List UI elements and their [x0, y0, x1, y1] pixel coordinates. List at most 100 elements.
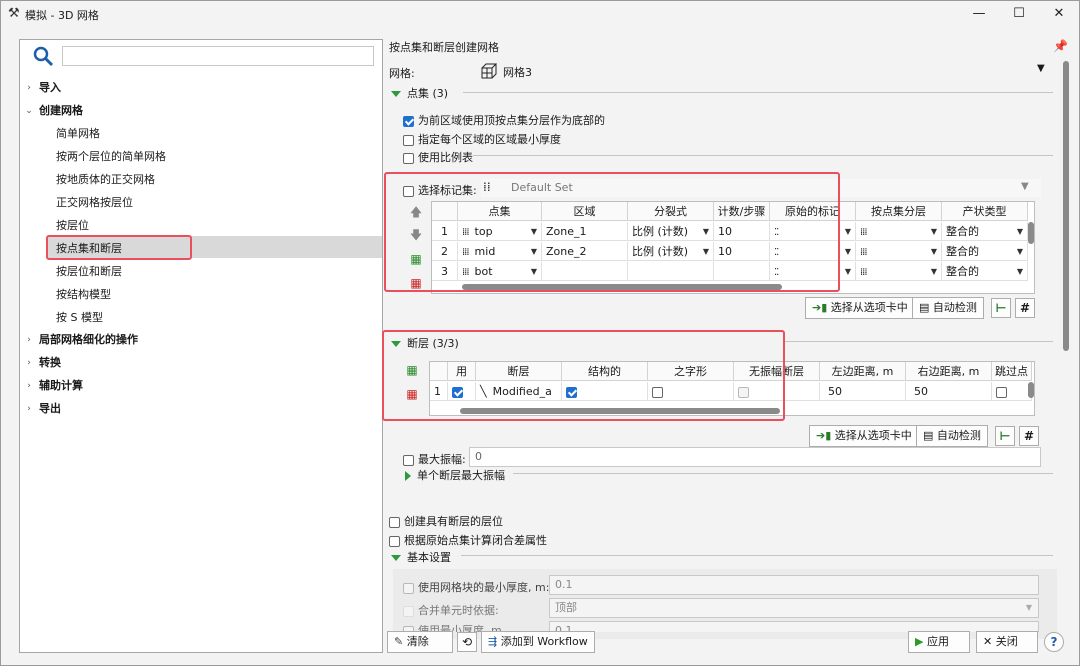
- option-label: 合并单元时依据:: [418, 604, 499, 617]
- checkbox[interactable]: [403, 605, 414, 617]
- auto-detect-button[interactable]: ▤ 自动检测: [912, 297, 984, 319]
- single-fault-amp-toggle[interactable]: 单个断层最大振幅: [405, 467, 505, 483]
- option-label: 指定每个区域的区域最小厚度: [418, 133, 561, 146]
- play-icon: ▶: [915, 635, 924, 648]
- column-header[interactable]: 跳过点: [992, 362, 1032, 381]
- apply-button[interactable]: ▶ 应用: [908, 631, 970, 653]
- auto-detect-button-2[interactable]: ▤ 自动检测: [916, 425, 988, 447]
- panel-scrollbar[interactable]: [1063, 61, 1069, 351]
- merge-cells-select[interactable]: 顶部 ▼: [549, 598, 1039, 618]
- option-scale-table[interactable]: 使用比例表: [403, 149, 473, 165]
- pointset-layer-cell[interactable]: ⁞⁞⁞ ▼: [856, 222, 942, 241]
- button-label: 自动检测: [936, 429, 981, 442]
- max-amplitude-option[interactable]: 最大振幅:: [403, 451, 466, 467]
- search-icon[interactable]: [32, 45, 54, 67]
- hammer-icon: ⚒: [8, 6, 20, 21]
- checkbox[interactable]: [403, 134, 414, 146]
- column-header[interactable]: 左边距离, m: [820, 362, 906, 381]
- tree-item[interactable]: 按两个层位的简单网格: [56, 147, 166, 167]
- checkbox[interactable]: [389, 516, 400, 528]
- expand-arrow-icon[interactable]: ⌄: [24, 101, 34, 121]
- calc-closure-option[interactable]: 根据原始点集计算闭合差属性: [389, 532, 547, 548]
- clear-button[interactable]: ✎ 清除: [387, 631, 453, 653]
- close-button[interactable]: ✕ 关闭: [976, 631, 1038, 653]
- min-thickness-input[interactable]: 0.1: [549, 575, 1039, 595]
- left-distance-cell[interactable]: 50: [820, 382, 906, 401]
- checkbox[interactable]: [403, 152, 414, 164]
- tree-item[interactable]: 简单网格: [56, 124, 100, 144]
- skip-point-checkbox-cell[interactable]: [992, 382, 1032, 401]
- tree-item[interactable]: 转换: [39, 353, 61, 373]
- checkbox[interactable]: [403, 582, 414, 594]
- select-from-tab-button[interactable]: ➔▮ 选择从选项卡中: [805, 297, 915, 319]
- tree-item[interactable]: 导出: [39, 399, 61, 419]
- basic-settings-toggle[interactable]: 基本设置: [391, 549, 451, 565]
- arrow-in-icon: ➔▮: [816, 429, 832, 442]
- column-header[interactable]: 产状类型: [942, 202, 1028, 221]
- auto-detect-icon: ▤: [919, 301, 930, 314]
- checkbox-checked[interactable]: [403, 115, 414, 127]
- conformity-type-cell[interactable]: 整合的 ▼: [942, 222, 1028, 241]
- vertical-scrollbar[interactable]: [1028, 222, 1034, 244]
- button-label: 关闭: [995, 635, 1018, 648]
- chevron-down-icon: ▼: [930, 247, 937, 256]
- max-amplitude-input[interactable]: 0: [469, 447, 1041, 467]
- eraser-icon: ✎: [394, 635, 404, 648]
- tree-item[interactable]: 按层位和断层: [56, 262, 122, 282]
- numbering-icon[interactable]: #: [1019, 426, 1039, 446]
- tree-item[interactable]: 按结构模型: [56, 285, 111, 305]
- grid-label: 网格:: [389, 67, 415, 80]
- cell-text: 整合的: [946, 265, 979, 278]
- tree-item[interactable]: 局部网格细化的操作: [39, 330, 138, 350]
- checkbox[interactable]: [403, 454, 414, 466]
- merge-cells-option[interactable]: 合并单元时依据:: [403, 602, 499, 618]
- grid-select[interactable]: 网格3 ▼: [477, 61, 1057, 81]
- column-header[interactable]: 右边距离, m: [906, 362, 992, 381]
- pin-icon[interactable]: 📌: [1053, 39, 1068, 53]
- add-to-workflow-button[interactable]: ⇶ 添加到 Workflow: [481, 631, 595, 653]
- collapse-arrow-icon[interactable]: ›: [24, 353, 34, 373]
- minimize-button[interactable]: —: [964, 4, 994, 24]
- history-icon[interactable]: ⟲: [457, 632, 477, 652]
- pointset-layer-cell[interactable]: ⁞⁞⁞ ▼: [856, 242, 942, 261]
- option-label: 为前区域使用顶按点集分层作为底部的: [418, 114, 605, 127]
- numbering-icon[interactable]: #: [1015, 298, 1035, 318]
- conformity-type-cell[interactable]: 整合的 ▼: [942, 242, 1028, 261]
- collapse-arrow-icon[interactable]: ›: [24, 376, 34, 396]
- right-distance-cell[interactable]: 50: [906, 382, 992, 401]
- help-button[interactable]: ?: [1044, 632, 1064, 652]
- column-header[interactable]: 按点集分层: [856, 202, 942, 221]
- conformity-type-cell[interactable]: 整合的 ▼: [942, 262, 1028, 281]
- tree-item[interactable]: 辅助计算: [39, 376, 83, 396]
- tree-item[interactable]: 正交网格按层位: [56, 193, 133, 213]
- close-window-button[interactable]: ✕: [1044, 4, 1074, 24]
- collapse-arrow-icon[interactable]: ›: [24, 399, 34, 419]
- option-use-top-as-base[interactable]: 为前区域使用顶按点集分层作为底部的: [403, 112, 605, 128]
- cell-text: 整合的: [946, 245, 979, 258]
- checkbox[interactable]: [996, 386, 1007, 398]
- pointsets-section-toggle[interactable]: 点集 (3): [391, 85, 448, 101]
- expand-triangle-icon: [391, 91, 401, 97]
- collapse-arrow-icon[interactable]: ›: [24, 78, 34, 98]
- vertical-scrollbar[interactable]: [1028, 382, 1034, 398]
- checkbox[interactable]: [389, 535, 400, 547]
- min-thickness-option[interactable]: 使用网格块的最小厚度, m:: [403, 579, 549, 595]
- button-label: 清除: [406, 635, 429, 648]
- tree-item[interactable]: 创建网格: [39, 101, 83, 121]
- tree-icon[interactable]: ⊢: [995, 426, 1015, 446]
- tree-item[interactable]: 导入: [39, 78, 61, 98]
- create-faulted-horizons-option[interactable]: 创建具有断层的层位: [389, 513, 503, 529]
- pointset-layer-cell[interactable]: ⁞⁞⁞ ▼: [856, 262, 942, 281]
- maximize-button[interactable]: ☐: [1004, 4, 1034, 24]
- chevron-down-icon: ▼: [844, 247, 851, 256]
- title-bar: ⚒ 模拟 - 3D 网格 — ☐ ✕: [1, 1, 1079, 29]
- select-from-tab-button-2[interactable]: ➔▮ 选择从选项卡中: [809, 425, 919, 447]
- option-min-thickness[interactable]: 指定每个区域的区域最小厚度: [403, 131, 561, 147]
- tree-item[interactable]: 按地质体的正交网格: [56, 170, 155, 190]
- tree-icon[interactable]: ⊢: [991, 298, 1011, 318]
- collapse-arrow-icon[interactable]: ›: [24, 330, 34, 350]
- tree-item[interactable]: 按 S 模型: [56, 308, 103, 328]
- search-input[interactable]: [62, 46, 374, 66]
- button-label: 选择从选项卡中: [834, 429, 912, 442]
- tree-item[interactable]: 按层位: [56, 216, 89, 236]
